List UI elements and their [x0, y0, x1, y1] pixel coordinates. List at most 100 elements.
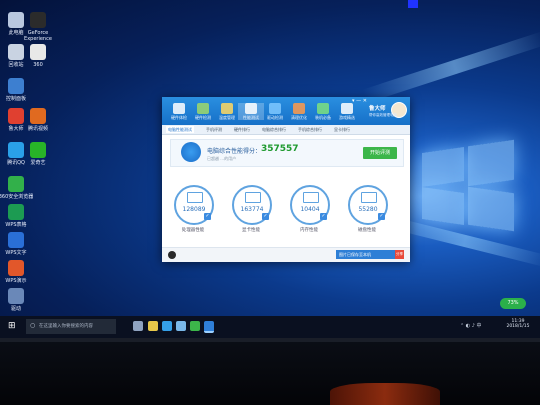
desktop-icon[interactable]: 驱动 — [0, 288, 38, 312]
windows-logo-pane — [422, 187, 464, 225]
desktop-icon[interactable]: 360 — [16, 44, 60, 68]
desktop-icon-label: 控制面板 — [5, 96, 26, 102]
desktop-icon-label: WPS演示 — [5, 278, 27, 284]
browser-icon — [8, 176, 24, 192]
window-controls[interactable]: ▾ — ✕ — [352, 98, 367, 104]
ludashi-taskbar-icon[interactable] — [204, 321, 214, 333]
widget-value: 73% — [507, 300, 519, 306]
temperature-icon — [221, 103, 233, 114]
brand-area: 鲁大师 帮你高效管理电脑 — [369, 100, 407, 122]
control-panel-icon — [8, 78, 24, 94]
toolbar-item[interactable]: 装机必备 — [310, 103, 336, 120]
desktop-icon-label: 驱动 — [10, 306, 21, 312]
search-box[interactable]: ○ 在这里输入你要搜索的内容 — [26, 319, 116, 334]
sub-tab[interactable]: 电脑性能测试 — [166, 126, 194, 133]
desktop-icon[interactable]: 控制面板 — [0, 78, 38, 102]
sub-tab[interactable]: 硬件排行 — [232, 126, 252, 133]
windows-logo-pane — [468, 139, 514, 187]
score-ring-label: 磁盘性能 — [358, 228, 376, 233]
app-toolbar: 硬件体检 硬件检测 温度管理 性能测试 驱动检测 清理优化 装机必备 游戏精选 鲁大师 帮你高… — [162, 97, 410, 125]
check-icon: ✓ — [378, 213, 385, 220]
toolbar-item-label: 游戏精选 — [339, 115, 355, 120]
windows-logo-pane — [468, 186, 514, 232]
wallpaper-beam — [362, 30, 540, 104]
driver-icon — [8, 288, 24, 304]
edge-icon[interactable] — [162, 321, 172, 331]
score-ring-label: 显卡性能 — [242, 228, 260, 233]
sub-tab[interactable]: 电脑综合排行 — [260, 126, 288, 133]
tray-clock[interactable]: 11:39 2018/1/15 — [498, 319, 538, 329]
toolbar-item-label: 温度管理 — [219, 115, 235, 120]
sub-tab[interactable]: 手机综合排行 — [296, 126, 324, 133]
score-panel: 电脑综合性能得分： 357557 已超越 ...的用户 开始评测 — [170, 139, 404, 167]
score-ring-value: 55280 — [358, 206, 378, 213]
toolbar-item[interactable]: 驱动检测 — [262, 103, 288, 120]
score-ring-value: 163774 — [240, 206, 264, 213]
hardware-check-icon — [173, 103, 185, 114]
toolbar-item[interactable]: 硬件体检 — [166, 103, 192, 120]
desk-surface — [0, 338, 540, 405]
desk-object — [330, 383, 440, 405]
toolbar-item-label: 驱动检测 — [267, 115, 283, 120]
sub-tab[interactable]: 显卡排行 — [332, 126, 352, 133]
score-ring[interactable]: 55280 ✓ — [348, 185, 388, 225]
gpu-icon — [245, 192, 261, 203]
tray-date: 2018/1/15 — [506, 324, 530, 329]
start-benchmark-button[interactable]: 开始评测 — [363, 147, 397, 159]
brand-subtitle: 帮你高效管理电脑 — [369, 113, 397, 117]
browser-taskbar-icon[interactable] — [190, 321, 200, 331]
ludashi-window: 硬件体检 硬件检测 温度管理 性能测试 驱动检测 清理优化 装机必备 游戏精选 鲁大师 帮你高… — [162, 97, 410, 262]
score-ring[interactable]: 163774 ✓ — [232, 185, 272, 225]
check-icon: ✓ — [204, 213, 211, 220]
check-icon: ✓ — [262, 213, 269, 220]
memory-icon — [303, 192, 319, 203]
share-button[interactable]: 分享 — [395, 250, 404, 259]
toolbar-item-label: 清理优化 — [291, 115, 307, 120]
file-explorer-icon[interactable] — [148, 321, 158, 331]
desktop-icon[interactable]: 爱奇艺 — [16, 142, 60, 166]
search-placeholder: 在这里输入你要搜索的内容 — [39, 324, 93, 329]
hardware-detect-icon — [197, 103, 209, 114]
toolbar-item-label: 硬件体检 — [171, 115, 187, 120]
wps-writer-icon — [8, 232, 24, 248]
score-value: 357557 — [261, 144, 299, 154]
wps-slides-icon — [8, 260, 24, 276]
score-ring-label: 处理器性能 — [181, 228, 205, 233]
desktop-icon-label: GeForce Experience — [24, 30, 52, 42]
task-view-icon[interactable] — [133, 321, 143, 331]
toolbar-item[interactable]: 性能测试 — [238, 103, 264, 120]
tray-icons[interactable]: ⌃ ◐ ♪ 中 — [460, 322, 482, 329]
screen-marker — [408, 0, 418, 8]
driver-check-icon — [269, 103, 281, 114]
desktop-icon[interactable]: GeForce Experience — [16, 12, 60, 42]
windows-logo-pane — [422, 147, 464, 187]
score-ring-value: 128089 — [182, 206, 206, 213]
speedometer-icon — [181, 142, 201, 162]
check-icon: ✓ — [320, 213, 327, 220]
logo-icon — [168, 251, 176, 259]
wps-sheet-icon — [8, 204, 24, 220]
desktop-icon[interactable]: 360安全浏览器 — [0, 176, 38, 200]
search-icon: ○ — [30, 322, 36, 329]
desktop-icon-label: WPS表格 — [5, 222, 27, 228]
toolbar-item-label: 性能测试 — [243, 115, 259, 120]
disk-icon — [361, 192, 377, 203]
taskbar: ⊞ ○ 在这里输入你要搜索的内容 ⌃ ◐ ♪ 中 11:39 2018/1/15 — [0, 316, 540, 338]
start-icon[interactable]: ⊞ — [8, 321, 19, 332]
desktop-icon[interactable]: WPS演示 — [0, 260, 38, 284]
network-speed-widget[interactable]: 73% — [500, 298, 526, 309]
sub-tab[interactable]: 手机评测 — [204, 126, 224, 133]
toolbar-item[interactable]: 硬件检测 — [190, 103, 216, 120]
score-ring[interactable]: 128089 ✓ — [174, 185, 214, 225]
toolbar-item[interactable]: 游戏精选 — [334, 103, 360, 120]
desktop-icon[interactable]: WPS表格 — [0, 204, 38, 228]
score-ring-label: 内存性能 — [300, 228, 318, 233]
store-icon[interactable] — [176, 321, 186, 331]
desktop-icon-label: WPS文字 — [5, 250, 27, 256]
desktop-icon[interactable]: 腾讯视频 — [16, 108, 60, 132]
toolbar-item-label: 硬件检测 — [195, 115, 211, 120]
toolbar-item[interactable]: 清理优化 — [286, 103, 312, 120]
desktop-icon[interactable]: WPS文字 — [0, 232, 38, 256]
toolbar-item[interactable]: 温度管理 — [214, 103, 240, 120]
score-ring[interactable]: 10404 ✓ — [290, 185, 330, 225]
